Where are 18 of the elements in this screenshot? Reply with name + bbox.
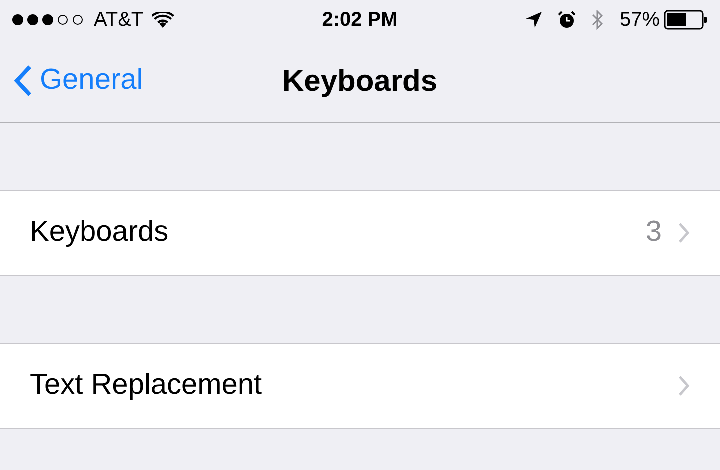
battery-percentage: 57%	[620, 8, 660, 33]
back-chevron-icon	[14, 65, 32, 97]
row-label: Text Replacement	[30, 368, 264, 404]
carrier-name: AT&T	[94, 8, 144, 33]
signal-icon	[12, 14, 86, 26]
row-label: Keyboards	[30, 215, 170, 250]
page-title: Keyboards	[282, 64, 438, 100]
wifi-icon	[152, 12, 174, 28]
clock-time: 2:02 PM	[322, 8, 398, 33]
alarm-clock-icon	[558, 11, 576, 29]
settings-row[interactable]: Text Replacement	[0, 344, 720, 428]
location-arrow-icon	[526, 12, 542, 28]
bluetooth-icon	[592, 10, 604, 30]
battery-icon	[664, 10, 708, 30]
chevron-icon	[678, 375, 690, 397]
row-value: 3	[646, 215, 662, 250]
settings-row[interactable]: Keyboards 3	[0, 191, 720, 275]
chevron-icon	[678, 222, 690, 244]
